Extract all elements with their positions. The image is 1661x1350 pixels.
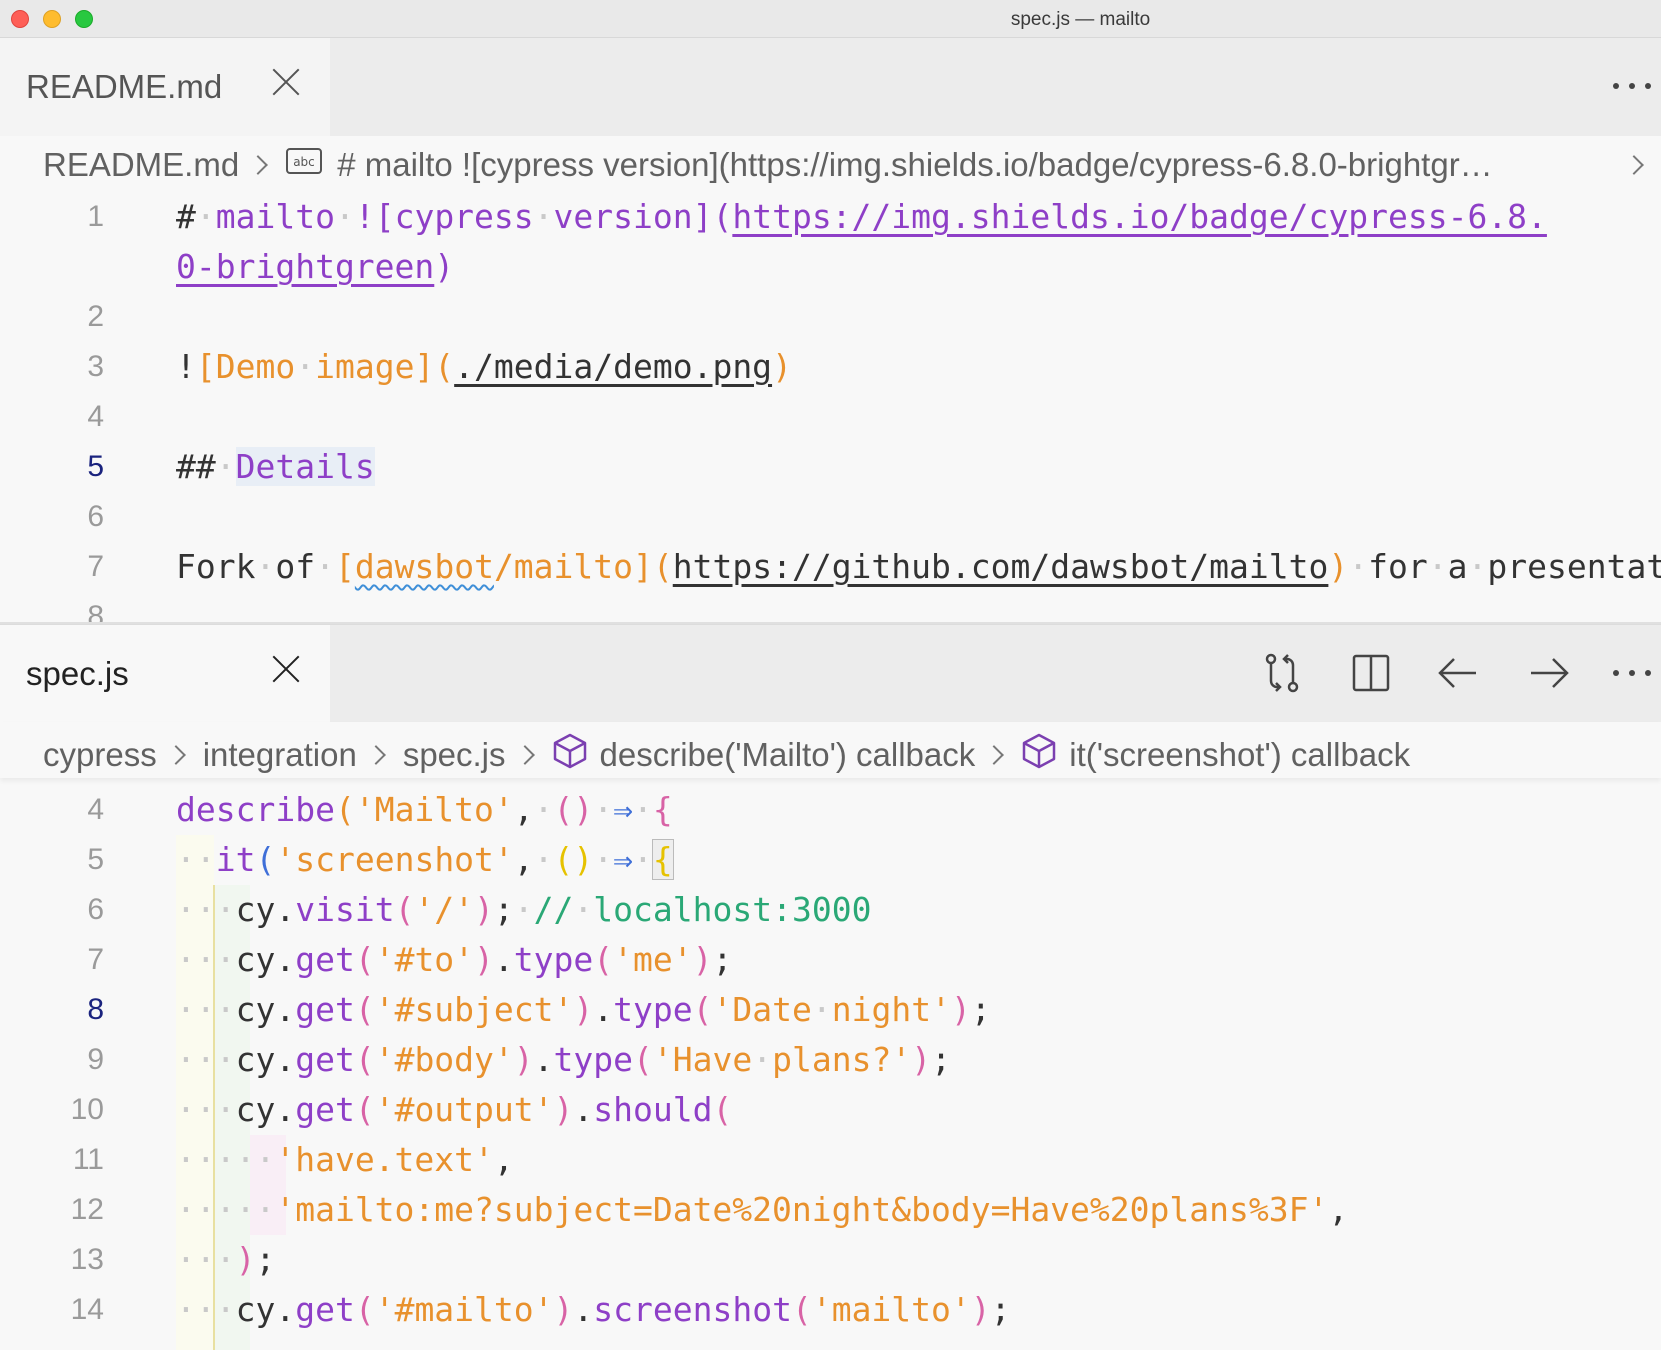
line-number: 5	[87, 450, 104, 483]
title-bar: spec.js — mailto	[0, 0, 1661, 38]
line-number: 6	[87, 893, 104, 926]
code-line: 8 ···cy.get('#subject').type('Date·night…	[0, 985, 1661, 1035]
chevron-right-icon	[248, 155, 269, 175]
code-line: 8	[0, 592, 1661, 624]
chevron-right-icon	[984, 745, 1005, 765]
breadcrumb-item-cypress[interactable]: cypress	[43, 736, 157, 774]
breadcrumb-item-it[interactable]: it('screenshot') callback	[1069, 736, 1410, 774]
code-line: 6	[0, 492, 1661, 542]
cube-icon	[552, 732, 588, 778]
chevron-right-icon	[165, 745, 186, 765]
arrow-right-icon[interactable]	[1525, 649, 1573, 697]
line-number: 6	[87, 500, 104, 533]
readme-editor[interactable]: 1 #·mailto·![cypress·version](https://im…	[0, 192, 1661, 624]
tab-readme[interactable]: README.md	[0, 38, 330, 136]
code-line: 10 ···cy.get('#output').should(	[0, 1085, 1661, 1135]
bottom-tab-bar: spec.js	[0, 624, 1661, 723]
window-title: spec.js — mailto	[1010, 9, 1151, 30]
line-number: 12	[70, 1193, 104, 1226]
code-line: 1 #·mailto·![cypress·version](https://im…	[0, 192, 1661, 242]
code-line: 5 ##·Details	[0, 442, 1661, 492]
line-number: 14	[70, 1293, 104, 1326]
abc-icon: abc	[285, 146, 325, 184]
chevron-right-icon	[1624, 155, 1644, 175]
breadcrumb-item-spec-js[interactable]: spec.js	[403, 736, 506, 774]
code-line: 5 ··it('screenshot',·()·⇒·{	[0, 835, 1661, 885]
open-changes-icon[interactable]	[1258, 649, 1306, 697]
code-line: 11 ·····'have.text',	[0, 1135, 1661, 1185]
line-number: 3	[87, 350, 104, 383]
cube-icon	[1021, 732, 1057, 778]
chevron-right-icon	[514, 745, 535, 765]
code-line: 2	[0, 292, 1661, 342]
spec-editor[interactable]: 4 describe('Mailto',·()·⇒·{ 5 ··it('scre…	[0, 780, 1661, 1350]
split-editor-icon[interactable]	[1347, 649, 1395, 697]
line-number: 8	[87, 993, 104, 1026]
code-line: 6 ···cy.visit('/');·//·localhost:3000	[0, 885, 1661, 935]
line-number: 2	[87, 300, 104, 333]
breadcrumb-item-describe[interactable]: describe('Mailto') callback	[600, 736, 976, 774]
code-line: 13 ···);	[0, 1235, 1661, 1285]
line-number: 1	[87, 200, 104, 233]
breadcrumb-item-file[interactable]: README.md	[43, 146, 239, 184]
svg-text:abc: abc	[293, 155, 315, 169]
line-number: 5	[87, 843, 104, 876]
line-number: 8	[87, 600, 104, 624]
more-actions-icon[interactable]	[1607, 62, 1657, 110]
code-line: 3 ![Demo·image](./media/demo.png)	[0, 342, 1661, 392]
top-tab-bar: README.md	[0, 38, 1661, 136]
line-number: 11	[72, 1143, 104, 1176]
code-line: 4	[0, 392, 1661, 442]
code-line: 4 describe('Mailto',·()·⇒·{	[0, 785, 1661, 835]
line-number: 7	[87, 943, 104, 976]
close-icon[interactable]	[268, 64, 304, 100]
code-line-wrap: 0-brightgreen)	[176, 247, 455, 286]
code-line: 7 Fork·of·[dawsbot/mailto](https://githu…	[0, 542, 1661, 592]
breadcrumb-item-symbol[interactable]: # mailto ![cypress version](https://img.…	[337, 146, 1492, 184]
tab-label: spec.js	[26, 655, 129, 692]
breadcrumb: cypress integration spec.js describe('Ma…	[0, 722, 1661, 778]
code-line: 14 ···cy.get('#mailto').screenshot('mail…	[0, 1285, 1661, 1335]
code-line: 9 ···cy.get('#body').type('Have·plans?')…	[0, 1035, 1661, 1085]
arrow-left-icon[interactable]	[1434, 649, 1482, 697]
code-line: 12 ·····'mailto:me?subject=Date%20night&…	[0, 1185, 1661, 1235]
chevron-right-icon	[365, 745, 386, 765]
close-icon[interactable]	[268, 651, 304, 687]
code-line: 7 ···cy.get('#to').type('me');	[0, 935, 1661, 985]
line-number: 10	[70, 1093, 104, 1126]
tab-spec-js[interactable]: spec.js	[0, 625, 330, 723]
breadcrumb: README.md abc # mailto ![cypress version…	[0, 136, 1661, 192]
line-number: 13	[70, 1243, 104, 1276]
more-actions-icon[interactable]	[1607, 649, 1657, 697]
line-number: 7	[87, 550, 104, 583]
line-number: 4	[87, 793, 104, 826]
line-number: 9	[87, 1043, 104, 1076]
line-number: 4	[87, 400, 104, 433]
tab-label: README.md	[26, 68, 223, 105]
breadcrumb-item-integration[interactable]: integration	[203, 736, 357, 774]
